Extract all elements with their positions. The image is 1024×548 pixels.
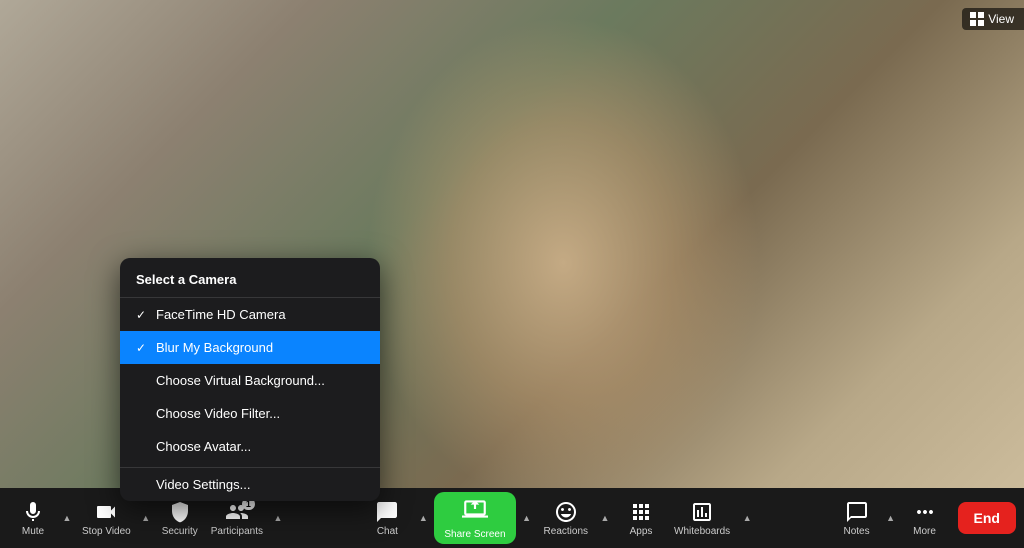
share-chevron[interactable]: ▲ xyxy=(518,488,536,548)
whiteboards-chevron[interactable]: ▲ xyxy=(738,488,756,548)
video-icon xyxy=(94,500,118,524)
facetime-label: FaceTime HD Camera xyxy=(156,307,364,322)
dropdown-item-virtual-bg[interactable]: Choose Virtual Background... xyxy=(120,364,380,397)
dropdown-item-blur[interactable]: ✓ Blur My Background xyxy=(120,331,380,364)
mute-button[interactable]: Mute xyxy=(8,488,58,548)
stop-video-label: Stop Video xyxy=(82,526,131,537)
shield-icon xyxy=(168,500,192,524)
apps-button[interactable]: Apps xyxy=(616,488,666,548)
chat-chevron[interactable]: ▲ xyxy=(414,488,432,548)
mute-label: Mute xyxy=(22,526,44,537)
view-button[interactable]: View xyxy=(962,8,1024,30)
mic-icon xyxy=(21,500,45,524)
chat-label: Chat xyxy=(377,526,398,537)
mute-chevron[interactable]: ▲ xyxy=(58,488,76,548)
dropdown-item-facetime[interactable]: ✓ FaceTime HD Camera xyxy=(120,298,380,331)
camera-dropdown: Select a Camera ✓ FaceTime HD Camera ✓ B… xyxy=(120,258,380,501)
participants-label: Participants xyxy=(211,526,263,537)
notes-chevron[interactable]: ▲ xyxy=(882,488,900,548)
whiteboard-icon xyxy=(690,500,714,524)
reactions-button[interactable]: Reactions xyxy=(538,488,594,548)
toolbar-right: Notes ▲ More End xyxy=(832,488,1016,548)
whiteboards-button[interactable]: Whiteboards xyxy=(668,488,736,548)
view-label: View xyxy=(988,12,1014,26)
whiteboards-label: Whiteboards xyxy=(674,526,730,537)
more-label: More xyxy=(913,526,936,537)
notes-label: Notes xyxy=(843,526,869,537)
apps-label: Apps xyxy=(630,526,653,537)
more-button[interactable]: More xyxy=(900,488,950,548)
reactions-chevron[interactable]: ▲ xyxy=(596,488,614,548)
dropdown-item-avatar[interactable]: Choose Avatar... xyxy=(120,430,380,463)
security-label: Security xyxy=(162,526,198,537)
share-screen-button[interactable]: Share Screen xyxy=(434,492,515,544)
blur-label: Blur My Background xyxy=(156,340,364,355)
dropdown-item-video-filter[interactable]: Choose Video Filter... xyxy=(120,397,380,430)
share-screen-icon xyxy=(462,496,488,522)
reactions-label: Reactions xyxy=(544,526,588,537)
chat-icon xyxy=(375,500,399,524)
notes-button[interactable]: Notes xyxy=(832,488,882,548)
video-settings-label: Video Settings... xyxy=(156,477,364,492)
check-icon-blur: ✓ xyxy=(136,341,150,355)
dropdown-title: Select a Camera xyxy=(120,258,380,297)
apps-icon xyxy=(629,500,653,524)
video-filter-label: Choose Video Filter... xyxy=(156,406,364,421)
share-screen-label: Share Screen xyxy=(444,529,505,540)
dropdown-item-video-settings[interactable]: Video Settings... xyxy=(120,468,380,501)
end-button[interactable]: End xyxy=(958,502,1016,534)
check-icon: ✓ xyxy=(136,308,150,322)
notes-icon xyxy=(845,500,869,524)
virtual-bg-label: Choose Virtual Background... xyxy=(156,373,364,388)
avatar-label: Choose Avatar... xyxy=(156,439,364,454)
emoji-icon xyxy=(554,500,578,524)
more-icon xyxy=(913,500,937,524)
